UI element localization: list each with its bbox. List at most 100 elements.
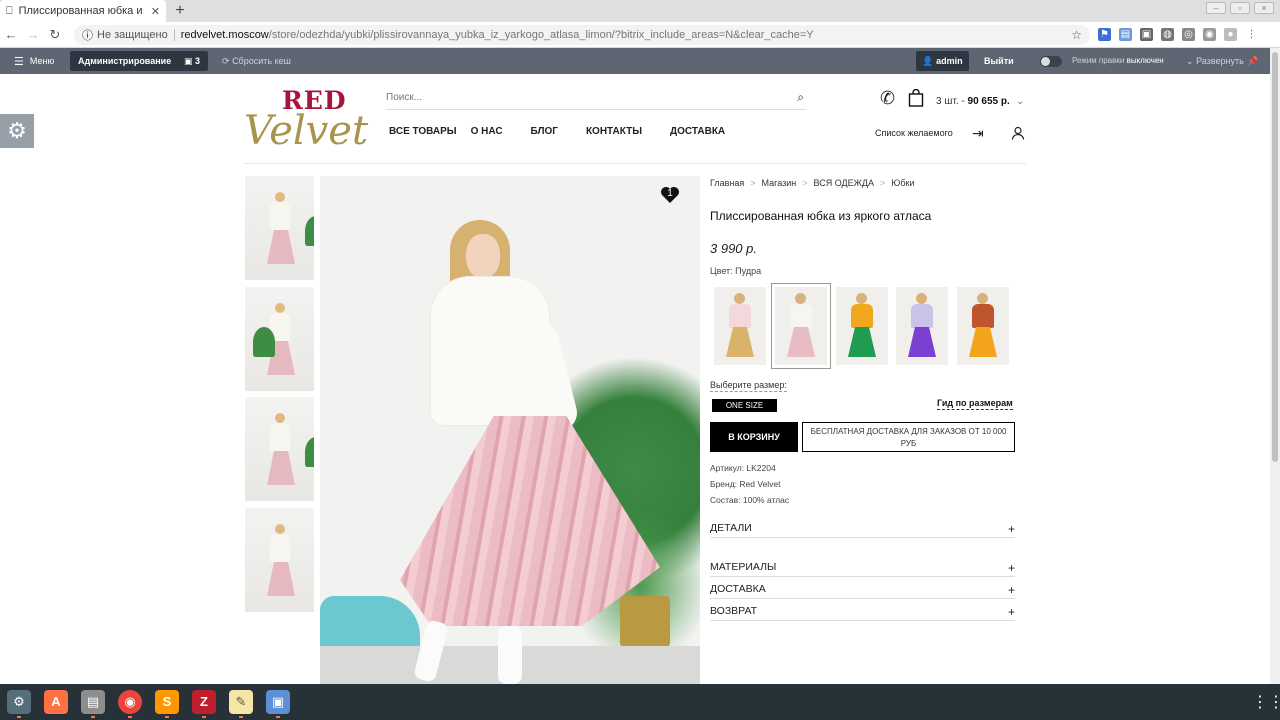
sublime-text-icon[interactable]: S — [155, 690, 179, 714]
reset-cache-label: Сбросить кеш — [232, 56, 291, 66]
forward-icon[interactable]: → — [22, 27, 44, 42]
back-icon[interactable]: ← — [0, 27, 22, 42]
cart-summary[interactable]: 3 шт. - 90 655 р. — [936, 96, 1010, 107]
close-tab-icon[interactable]: ✕ — [151, 5, 160, 18]
files-app-icon[interactable]: ▤ — [81, 690, 105, 714]
lens-extension-icon[interactable]: ◉ — [1203, 28, 1216, 41]
browser-tab-active[interactable]: ⎕ Плиссированная юбка и ✕ — [0, 0, 166, 22]
scrollbar-thumb[interactable] — [1272, 52, 1278, 462]
expand-button[interactable]: ⌄ Развернуть — [1186, 48, 1244, 74]
browser-menu-icon[interactable]: ⋮ — [1245, 28, 1258, 41]
swatch-skirt — [908, 327, 936, 357]
search-icon[interactable]: ⌕ — [797, 90, 804, 105]
nav-delivery[interactable]: ДОСТАВКА — [670, 126, 725, 137]
search-input[interactable] — [386, 86, 776, 108]
admin-logout-button[interactable]: Выйти — [984, 48, 1014, 74]
gallery-thumbnail[interactable] — [245, 176, 314, 280]
main-product-photo[interactable] — [320, 176, 700, 684]
running-indicator — [239, 716, 243, 718]
plus-icon: + — [1007, 561, 1015, 575]
admin-user-name: admin — [936, 56, 963, 66]
cart-chevron-icon[interactable]: ⌄ — [1016, 96, 1024, 107]
bookmark-star-icon[interactable]: ☆ — [1071, 28, 1082, 42]
chevron-down-icon: ⌄ — [1186, 56, 1194, 66]
account-icon[interactable] — [1011, 126, 1025, 140]
edit-mode-toggle[interactable] — [1040, 56, 1062, 67]
phone-icon[interactable]: ✆ — [880, 88, 895, 109]
chrome-icon[interactable]: ◉ — [118, 690, 142, 714]
color-swatch[interactable] — [836, 287, 888, 365]
pin-icon[interactable]: 📌 — [1247, 48, 1258, 74]
settings-app-icon[interactable]: ⚙ — [7, 690, 31, 714]
product-title: Плиссированная юбка из яркого атласа — [710, 209, 932, 223]
color-swatch[interactable] — [896, 287, 948, 365]
shopping-bag-icon[interactable] — [908, 89, 924, 107]
app-store-icon[interactable]: A — [44, 690, 68, 714]
hamburger-icon: ☰ — [14, 55, 24, 68]
product-composition: Состав: 100% атлас — [710, 495, 790, 505]
minimize-icon[interactable]: – — [1206, 2, 1226, 14]
breadcrumb-home[interactable]: Главная — [710, 178, 744, 188]
plus-icon: + — [1007, 583, 1015, 597]
text-editor-icon[interactable]: ✎ — [229, 690, 253, 714]
product-brand: Бренд: Red Velvet — [710, 479, 781, 489]
profile-icon[interactable]: ● — [1224, 28, 1237, 41]
administration-button[interactable]: Администрирование — [70, 51, 180, 71]
globe-extension-icon[interactable]: ◍ — [1161, 28, 1174, 41]
swatch-top — [851, 304, 873, 328]
accordion-details[interactable]: ДЕТАЛИ + — [710, 522, 1015, 538]
breadcrumb-skirts[interactable]: Юбки — [891, 178, 914, 188]
favorite-heart-icon[interactable]: 1 — [660, 186, 680, 204]
accordion-materials[interactable]: МАТЕРИАЛЫ + — [710, 561, 1015, 577]
world-extension-icon[interactable]: ◎ — [1182, 28, 1195, 41]
address-bar[interactable]: ⓘ Не защищено redvelvet.moscow /store/od… — [74, 25, 1090, 45]
color-swatch[interactable] — [714, 287, 766, 365]
color-swatch[interactable] — [771, 283, 831, 369]
wishlist-link[interactable]: Список желаемого — [875, 128, 953, 138]
nav-about[interactable]: О НАС — [471, 126, 503, 137]
reset-cache-button[interactable]: ⟳ Сбросить кеш — [222, 48, 291, 74]
browser-tabbar: ⎕ Плиссированная юбка и ✕ + – ▫ × — [0, 0, 1280, 22]
add-to-cart-button[interactable]: В КОРЗИНУ — [710, 422, 798, 452]
color-swatch[interactable] — [957, 287, 1009, 365]
notifications-button[interactable]: ▣ 3 — [176, 51, 208, 71]
reload-icon[interactable]: ↻ — [44, 27, 66, 43]
gallery-thumbnail[interactable] — [245, 287, 314, 391]
doc-extension-icon[interactable]: ▤ — [1119, 28, 1132, 41]
info-icon[interactable]: ⓘ — [82, 27, 93, 43]
accordion-returns[interactable]: ВОЗВРАТ + — [710, 605, 1015, 621]
gallery-thumbnail[interactable] — [245, 508, 314, 612]
site-logo[interactable]: RED Velvet — [244, 86, 370, 156]
close-window-icon[interactable]: × — [1254, 2, 1274, 14]
admin-menu-label: Меню — [29, 56, 55, 66]
url-host: redvelvet.moscow — [180, 29, 269, 41]
nav-blog[interactable]: БЛОГ — [531, 126, 558, 137]
admin-menu-button[interactable]: ☰ Меню — [14, 55, 54, 68]
cart-count: 3 шт. - — [936, 96, 965, 107]
accordion-delivery[interactable]: ДОСТАВКА + — [710, 583, 1015, 599]
size-option-button[interactable]: ONE SIZE — [712, 399, 777, 412]
new-tab-button[interactable]: + — [172, 2, 188, 20]
size-guide-link[interactable]: Гид по размерам — [937, 398, 1013, 410]
screenshot-app-icon[interactable]: ▣ — [266, 690, 290, 714]
color-label: Цвет: Пудра — [710, 266, 762, 276]
apps-grid-icon[interactable]: ⋮⋮⋮ — [1252, 692, 1280, 712]
swatch-head — [734, 293, 745, 304]
filezilla-icon[interactable]: Z — [192, 690, 216, 714]
breadcrumb-all-clothes[interactable]: ВСЯ ОДЕЖДА — [814, 178, 875, 188]
running-indicator — [276, 716, 280, 718]
gallery-thumbnail[interactable] — [245, 397, 314, 501]
swatch-head — [916, 293, 927, 304]
maximize-icon[interactable]: ▫ — [1230, 2, 1250, 14]
flag-extension-icon[interactable]: ⚑ — [1098, 28, 1111, 41]
accordion-label: ДОСТАВКА — [710, 583, 766, 595]
breadcrumb-separator: > — [802, 178, 808, 188]
box-extension-icon[interactable]: ▣ — [1140, 28, 1153, 41]
breadcrumb-shop[interactable]: Магазин — [762, 178, 797, 188]
logout-icon[interactable]: ⇥ — [972, 125, 984, 142]
nav-contacts[interactable]: КОНТАКТЫ — [586, 126, 642, 137]
nav-all-products[interactable]: ВСЕ ТОВАРЫ — [389, 126, 457, 137]
swatch-skirt — [787, 327, 815, 357]
admin-user-button[interactable]: 👤 admin — [916, 51, 969, 71]
gear-icon[interactable]: ⚙ — [0, 114, 34, 148]
